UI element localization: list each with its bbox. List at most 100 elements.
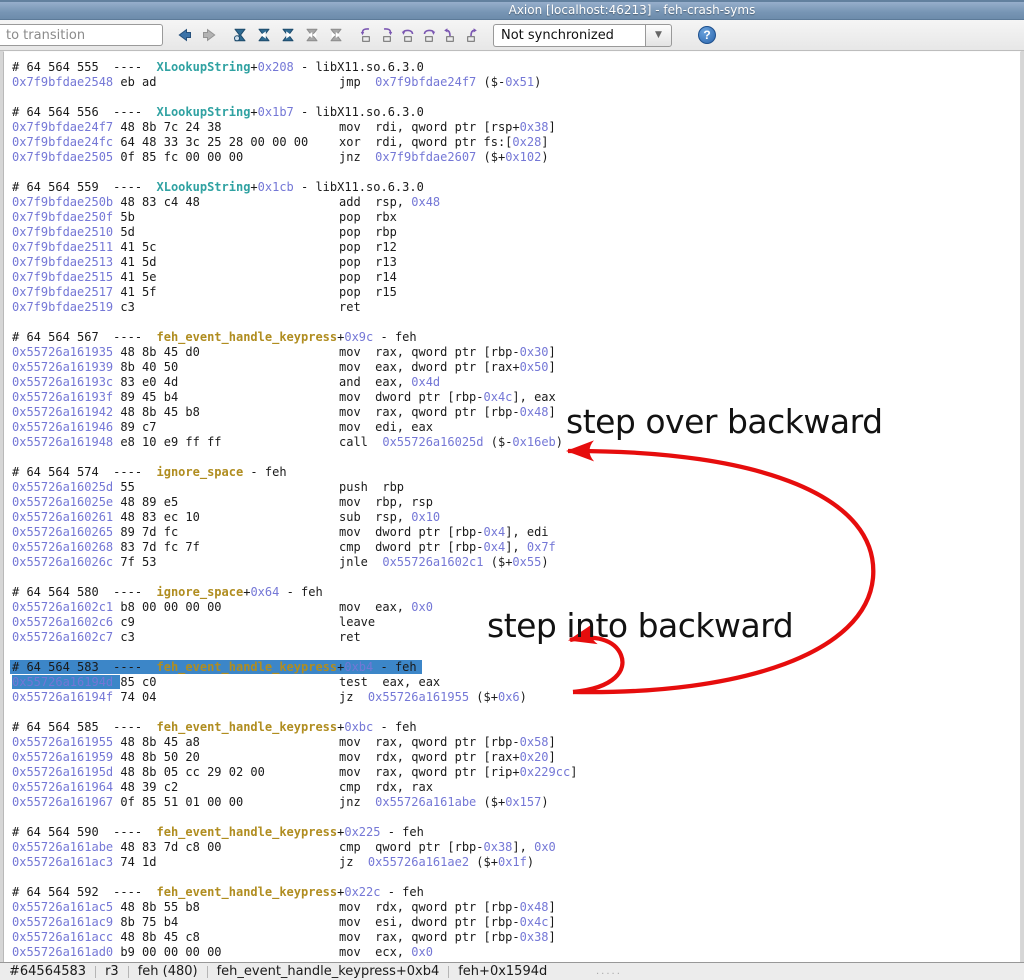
disasm-block-header[interactable]: # 64 564 580 ---- ignore_space+0x64 - fe… [12, 585, 1020, 600]
disasm-block-header[interactable]: # 64 564 574 ---- ignore_space - feh [12, 465, 1020, 480]
disasm-line[interactable]: 0x7f9bfdae2510 5dpop rbp [12, 225, 1020, 240]
continue-backward-icon [256, 27, 272, 43]
disasm-line[interactable]: 0x7f9bfdae2505 0f 85 fc 00 00 00jnz 0x7f… [12, 150, 1020, 165]
step-over-forward-button[interactable] [418, 23, 439, 47]
disasm-line[interactable]: 0x55726a161959 48 8b 50 20mov rdx, qword… [12, 750, 1020, 765]
disasm-line[interactable]: 0x7f9bfdae2511 41 5cpop r12 [12, 240, 1020, 255]
disasm-line[interactable]: 0x55726a16195d 48 8b 05 cc 29 02 00mov r… [12, 765, 1020, 780]
disasm-line[interactable]: 0x55726a161967 0f 85 51 01 00 00jnz 0x55… [12, 795, 1020, 810]
continue-forward-button[interactable] [276, 23, 300, 47]
disasm-line[interactable]: 0x7f9bfdae250b 48 83 c4 48add rsp, 0x48 [12, 195, 1020, 210]
statusbar-item: feh (480) [129, 964, 207, 979]
disasm-line[interactable]: 0x55726a160265 89 7d fcmov dword ptr [rb… [12, 525, 1020, 540]
statusbar-resize-grip[interactable]: ····· [596, 972, 622, 978]
disasm-block-header[interactable]: # 64 564 555 ---- XLookupString+0x208 - … [12, 60, 1020, 75]
disasm-line[interactable]: 0x55726a161abe 48 83 7d c8 00cmp qword p… [12, 840, 1020, 855]
disasm-line[interactable]: 0x55726a16194f 74 04jz 0x55726a161955 ($… [12, 690, 1020, 705]
statusbar-item: #64564583 [0, 964, 95, 979]
forward-icon [201, 27, 217, 43]
step-into-backward-icon [358, 27, 374, 43]
disasm-block: # 64 564 567 ---- feh_event_handle_keypr… [12, 330, 1020, 450]
continue-forward-icon [280, 27, 296, 43]
disasm-line[interactable]: 0x7f9bfdae250f 5bpop rbx [12, 210, 1020, 225]
continue-backward-button[interactable] [252, 23, 276, 47]
disasm-line[interactable]: 0x55726a160268 83 7d fc 7fcmp dword ptr … [12, 540, 1020, 555]
run-to-transition-button[interactable] [228, 23, 252, 47]
disasm-line[interactable]: 0x7f9bfdae2517 41 5fpop r15 [12, 285, 1020, 300]
window-title: Axion [localhost:46213] - feh-crash-syms [509, 3, 756, 17]
disasm-line[interactable]: 0x55726a1602c1 b8 00 00 00 00mov eax, 0x… [12, 600, 1020, 615]
disasm-line[interactable]: 0x7f9bfdae24fc 64 48 33 3c 25 28 00 00 0… [12, 135, 1020, 150]
disassembly-view[interactable]: # 64 564 555 ---- XLookupString+0x208 - … [4, 52, 1020, 962]
disasm-line[interactable]: 0x7f9bfdae2548 eb adjmp 0x7f9bfdae24f7 (… [12, 75, 1020, 90]
disasm-block: # 64 564 583 ---- feh_event_handle_keypr… [12, 660, 1020, 705]
goto-transition-input[interactable] [0, 24, 163, 46]
title-bar[interactable]: Axion [localhost:46213] - feh-crash-syms [0, 0, 1024, 20]
disasm-line[interactable]: 0x55726a161948 e8 10 e9 ff ffcall 0x5572… [12, 435, 1020, 450]
disasm-line[interactable]: 0x55726a161964 48 39 c2cmp rdx, rax [12, 780, 1020, 795]
disasm-block-header[interactable]: # 64 564 583 ---- feh_event_handle_keypr… [12, 660, 1020, 675]
disasm-block: # 64 564 580 ---- ignore_space+0x64 - fe… [12, 585, 1020, 645]
disasm-line[interactable]: 0x55726a161946 89 c7mov edi, eax [12, 420, 1020, 435]
sync-combobox[interactable]: Not synchronized ▼ [493, 24, 672, 47]
run-to-transition-icon [232, 27, 248, 43]
disasm-line[interactable]: 0x55726a16025d 55push rbp [12, 480, 1020, 495]
disasm-line[interactable]: 0x55726a161ac3 74 1djz 0x55726a161ae2 ($… [12, 855, 1020, 870]
step-out-forward-icon [463, 27, 479, 43]
content-area: # 64 564 555 ---- XLookupString+0x208 - … [3, 51, 1021, 962]
disasm-block-header[interactable]: # 64 564 556 ---- XLookupString+0x1b7 - … [12, 105, 1020, 120]
disasm-line[interactable]: 0x55726a161ac9 8b 75 b4mov esi, dword pt… [12, 915, 1020, 930]
toolbar-icon-strip [173, 23, 481, 47]
disasm-line[interactable]: 0x55726a161ac5 48 8b 55 b8mov rdx, qword… [12, 900, 1020, 915]
back-button[interactable] [173, 23, 197, 47]
step-over-backward-icon [400, 27, 416, 43]
sync-combobox-dropdown-button[interactable]: ▼ [645, 24, 672, 47]
step-out-backward-icon [442, 27, 458, 43]
disasm-line[interactable]: 0x55726a161942 48 8b 45 b8mov rax, qword… [12, 405, 1020, 420]
statusbar-item: feh+0x1594d [449, 964, 556, 979]
step-into-backward-button[interactable] [355, 23, 376, 47]
disasm-line[interactable]: 0x7f9bfdae24f7 48 8b 7c 24 38mov rdi, qw… [12, 120, 1020, 135]
disasm-block-header[interactable]: # 64 564 592 ---- feh_event_handle_keypr… [12, 885, 1020, 900]
statusbar-item: feh_event_handle_keypress+0xb4 [208, 964, 449, 979]
disasm-line[interactable]: 0x55726a1602c6 c9leave [12, 615, 1020, 630]
disasm-block: # 64 564 590 ---- feh_event_handle_keypr… [12, 825, 1020, 870]
disasm-line[interactable]: 0x55726a160261 48 83 ec 10sub rsp, 0x10 [12, 510, 1020, 525]
disasm-line[interactable]: 0x7f9bfdae2519 c3ret [12, 300, 1020, 315]
disasm-block-header[interactable]: # 64 564 585 ---- feh_event_handle_keypr… [12, 720, 1020, 735]
step-into-forward-button[interactable] [376, 23, 397, 47]
disasm-line[interactable]: 0x55726a161ad0 b9 00 00 00 00mov ecx, 0x… [12, 945, 1020, 960]
forward-button[interactable] [197, 23, 221, 47]
disasm-block-header[interactable]: # 64 564 559 ---- XLookupString+0x1cb - … [12, 180, 1020, 195]
disasm-line[interactable]: 0x7f9bfdae2515 41 5epop r14 [12, 270, 1020, 285]
app-window: Axion [localhost:46213] - feh-crash-syms… [0, 0, 1024, 980]
step-out-forward-button[interactable] [460, 23, 481, 47]
step-out-backward-button[interactable] [439, 23, 460, 47]
disasm-line[interactable]: 0x55726a16025e 48 89 e5mov rbp, rsp [12, 495, 1020, 510]
disasm-line[interactable]: 0x55726a161935 48 8b 45 d0mov rax, qword… [12, 345, 1020, 360]
disasm-line[interactable]: 0x55726a1602c7 c3ret [12, 630, 1020, 645]
help-button[interactable]: ? [698, 26, 716, 44]
disasm-line[interactable]: 0x55726a16193f 89 45 b4mov dword ptr [rb… [12, 390, 1020, 405]
go-to-first-icon [304, 27, 320, 43]
disasm-block: # 64 564 585 ---- feh_event_handle_keypr… [12, 720, 1020, 810]
disasm-block: # 64 564 574 ---- ignore_space - feh0x55… [12, 465, 1020, 570]
sync-combobox-value: Not synchronized [493, 24, 645, 47]
disasm-block: # 64 564 559 ---- XLookupString+0x1cb - … [12, 180, 1020, 315]
disasm-block-header[interactable]: # 64 564 590 ---- feh_event_handle_keypr… [12, 825, 1020, 840]
go-to-last-button[interactable] [324, 23, 348, 47]
disasm-line[interactable]: 0x55726a161955 48 8b 45 a8mov rax, qword… [12, 735, 1020, 750]
status-bar: ····· #64564583r3feh (480)feh_event_hand… [0, 962, 1024, 980]
disasm-block-header[interactable]: # 64 564 567 ---- feh_event_handle_keypr… [12, 330, 1020, 345]
disasm-line[interactable]: 0x7f9bfdae2513 41 5dpop r13 [12, 255, 1020, 270]
help-icon: ? [703, 29, 710, 41]
disasm-line[interactable]: 0x55726a161939 8b 40 50mov eax, dword pt… [12, 360, 1020, 375]
disasm-line[interactable]: 0x55726a16193c 83 e0 4dand eax, 0x4d [12, 375, 1020, 390]
step-into-forward-icon [379, 27, 395, 43]
go-to-first-button[interactable] [300, 23, 324, 47]
disasm-block: # 64 564 592 ---- feh_event_handle_keypr… [12, 885, 1020, 960]
disasm-line[interactable]: 0x55726a16194d 85 c0test eax, eax [12, 675, 1020, 690]
step-over-backward-button[interactable] [397, 23, 418, 47]
disasm-line[interactable]: 0x55726a161acc 48 8b 45 c8mov rax, qword… [12, 930, 1020, 945]
disasm-line[interactable]: 0x55726a16026c 7f 53jnle 0x55726a1602c1 … [12, 555, 1020, 570]
